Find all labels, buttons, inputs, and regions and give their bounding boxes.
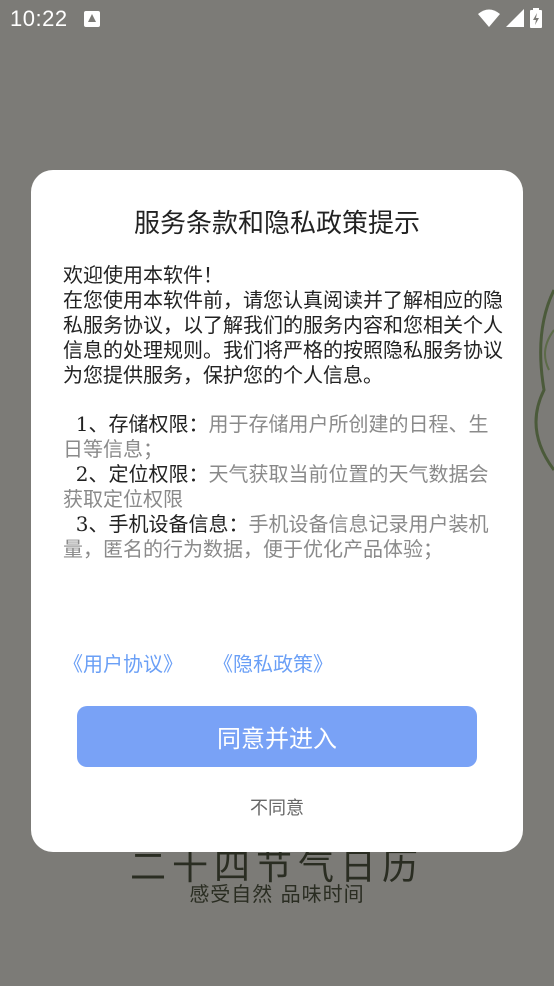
- policy-links: 《用户协议》 《隐私政策》: [63, 648, 333, 677]
- permission-list: 1、存储权限：用于存储用户所创建的日程、生日等信息； 2、定位权限：天气获取当前…: [63, 412, 503, 562]
- status-time: 10:22: [10, 6, 68, 31]
- dialog-greeting: 欢迎使用本软件！: [63, 263, 223, 287]
- dialog-body: 欢迎使用本软件！ 在您使用本软件前，请您认真阅读并了解相应的隐私服务协议，以了解…: [63, 263, 503, 562]
- permission-label: 2、定位权限：: [75, 462, 209, 486]
- status-bar: 10:22: [0, 0, 554, 40]
- permission-label: 3、手机设备信息：: [75, 512, 249, 536]
- permission-label: 1、存储权限：: [75, 412, 209, 436]
- agree-button[interactable]: 同意并进入: [77, 706, 477, 767]
- background-app-subtitle: 感受自然 品味时间: [189, 882, 365, 906]
- signal-icon: [506, 9, 524, 27]
- notification-icon: [84, 11, 100, 27]
- dialog-title: 服务条款和隐私政策提示: [133, 209, 420, 239]
- wifi-icon: [478, 9, 500, 27]
- status-icons: [478, 8, 542, 28]
- disagree-button[interactable]: 不同意: [31, 794, 523, 820]
- permission-item: 2、定位权限：天气获取当前位置的天气数据会获取定位权限: [63, 462, 503, 512]
- user-agreement-link[interactable]: 《用户协议》: [63, 652, 183, 676]
- privacy-policy-link[interactable]: 《隐私政策》: [213, 652, 333, 676]
- permission-item: 3、手机设备信息：手机设备信息记录用户装机量，匿名的行为数据，便于优化产品体验；: [63, 512, 503, 562]
- dialog-intro: 在您使用本软件前，请您认真阅读并了解相应的隐私服务协议，以了解我们的服务内容和您…: [63, 288, 503, 387]
- privacy-dialog: 服务条款和隐私政策提示 欢迎使用本软件！ 在您使用本软件前，请您认真阅读并了解相…: [31, 170, 523, 852]
- battery-icon: [530, 8, 542, 28]
- permission-item: 1、存储权限：用于存储用户所创建的日程、生日等信息；: [63, 412, 503, 462]
